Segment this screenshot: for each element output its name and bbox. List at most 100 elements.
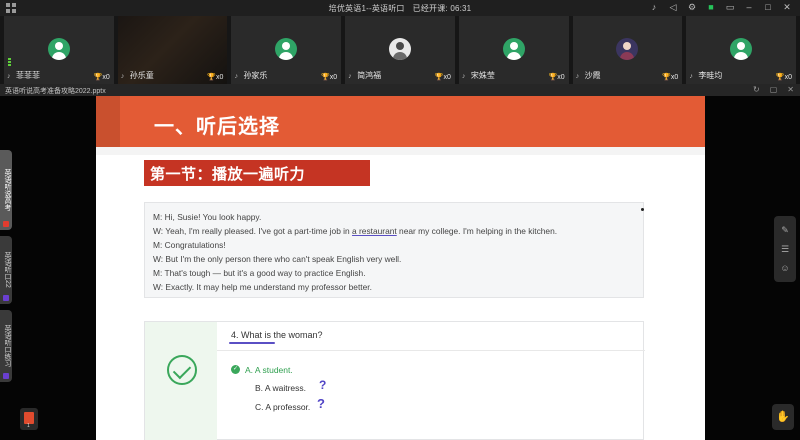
hand-icon: ✋ (776, 411, 790, 423)
trophy-value: x0 (443, 74, 451, 81)
left-tab-label: 英语听口练习 (4, 325, 11, 367)
microphone-icon[interactable]: ♪ (649, 2, 659, 12)
question-card: 4. What is the woman? ✓ A. A student. B.… (144, 321, 645, 440)
participant-tile[interactable]: ♪ 孙家乐 🏆x0 (231, 16, 342, 84)
document-list-button[interactable]: 1 (20, 408, 38, 430)
slide: 一、听后选择 第一节：播放一遍听力 M: Hi, Susie! You look… (96, 96, 705, 440)
photo-avatar-icon (389, 38, 412, 60)
trophy-value: x0 (102, 74, 110, 81)
close-icon[interactable]: ✕ (782, 2, 792, 12)
banner-accent (96, 96, 120, 147)
left-tab-1[interactable]: 英语听说高考 (0, 150, 12, 230)
dialog-line: M: That's tough — but it's a good way to… (153, 268, 366, 278)
participant-name: 菲菲菲 (16, 71, 40, 80)
top-controls: ♪ ◁ ⚙ ■ ▭ – □ ✕ (649, 2, 792, 12)
microphone-icon: ♪ (575, 73, 580, 80)
ink-question-mark: ? (317, 396, 325, 411)
participant-tile[interactable]: ♪ 李畦均 🏆x0 (686, 16, 797, 84)
maximize-icon[interactable]: □ (763, 2, 773, 12)
trophy-value: x0 (784, 74, 793, 81)
raise-hand-button[interactable]: ✋ (772, 404, 794, 430)
trophy-value: x0 (670, 74, 679, 81)
users-icon[interactable]: ☺ (779, 262, 791, 274)
trophy-count: 🏆x0 (207, 73, 223, 81)
dialog-line: W: Yeah, I'm really pleased. I've got a … (153, 224, 643, 238)
participant-name: 沙霞 (584, 71, 601, 80)
speaker-icon[interactable]: ◁ (668, 2, 678, 12)
microphone-icon: ♪ (461, 73, 466, 80)
settings-icon[interactable]: ⚙ (687, 2, 697, 12)
pointer-dot (641, 208, 644, 211)
dialog-line: M: Hi, Susie! You look happy. (153, 212, 262, 222)
left-tab-3[interactable]: 英语听口练习 (0, 310, 12, 382)
fullscreen-icon[interactable]: ▢ (770, 85, 778, 94)
close-document-icon[interactable]: ✕ (787, 85, 794, 94)
default-avatar-icon (502, 38, 525, 60)
dialog-text: W: Yeah, I'm really pleased. I've got a … (153, 226, 353, 236)
participant-tile[interactable]: ♪ 菲菲菲 🏆x0 (4, 16, 114, 84)
section-title: 第一节：播放一遍听力 (144, 160, 370, 186)
trophy-count: 🏆x0 (776, 73, 792, 81)
participant-tile[interactable]: ♪ 宋姝莹 🏆x0 (458, 16, 569, 84)
divider (217, 350, 645, 351)
ink-underline: a restaurant (352, 226, 397, 236)
default-avatar-icon (730, 38, 753, 60)
elapsed-label: 已经开课: (412, 4, 448, 13)
answer-status-area (145, 322, 217, 440)
class-title: 培优英语1--英语听口 (328, 4, 405, 13)
elapsed-time: 06:31 (450, 4, 472, 13)
chat-icon[interactable]: ▭ (725, 2, 735, 12)
participant-tile[interactable]: ♪ 简鸿福 🏆x0 (345, 16, 455, 84)
slide-banner: 一、听后选择 (96, 96, 705, 147)
trophy-value: x0 (216, 74, 224, 81)
microphone-icon: ♪ (348, 73, 352, 80)
option-b[interactable]: B. A waitress. (255, 383, 306, 393)
question-text: 4. What is the woman? (231, 330, 323, 340)
default-avatar-icon (275, 38, 298, 60)
dialog-transcript: M: Hi, Susie! You look happy. W: Yeah, I… (144, 202, 644, 298)
trophy-icon: 🏆 (321, 74, 330, 81)
trophy-icon: 🏆 (662, 74, 671, 81)
trophy-count: 🏆x0 (435, 73, 451, 81)
right-tool-panel: ✎ ☰ ☺ (774, 216, 796, 282)
participant-name: 简鸿福 (357, 71, 382, 80)
volume-meter (8, 58, 11, 72)
comment-icon[interactable]: ☰ (779, 243, 791, 255)
option-c[interactable]: C. A professor. (255, 402, 310, 412)
participant-tile[interactable]: ♪ 孙乐童 🏆x0 (117, 16, 228, 84)
microphone-icon: ♪ (120, 73, 125, 80)
left-tab-label: 英语听口22 (4, 252, 11, 288)
participant-name: 孙乐童 (129, 71, 154, 80)
slide-heading: 一、听后选择 (154, 114, 280, 138)
minimize-icon[interactable]: – (744, 2, 754, 12)
trophy-count: 🏆x0 (548, 73, 564, 81)
dialog-line: W: But I'm the only person there who can… (153, 254, 402, 264)
camera-icon[interactable]: ■ (706, 2, 716, 12)
edit-icon[interactable]: ✎ (779, 224, 791, 236)
participant-name: 孙家乐 (243, 71, 268, 80)
dialog-line: M: Congratulations! (153, 240, 226, 250)
default-avatar-icon (47, 38, 70, 60)
left-tab-label: 英语听说高考 (4, 169, 11, 211)
trophy-value: x0 (557, 74, 565, 81)
document-filename: 英语听说高考准备攻略2022.pptx (5, 88, 106, 95)
file-icon (3, 373, 9, 379)
file-icon (3, 295, 9, 301)
refresh-icon[interactable]: ↻ (753, 85, 760, 94)
trophy-value: x0 (329, 74, 338, 81)
ink-question-mark: ? (319, 378, 327, 392)
microphone-icon: ♪ (7, 73, 11, 80)
participant-name: 宋姝莹 (470, 71, 495, 80)
dialog-text: near my college. I'm helping in the kitc… (396, 226, 558, 236)
option-a[interactable]: A. A student. (245, 365, 293, 375)
document-count: 1 (27, 423, 30, 429)
participant-name: 李畦均 (698, 71, 723, 80)
trophy-count: 🏆x0 (321, 73, 337, 81)
trophy-icon: 🏆 (548, 74, 558, 81)
trophy-count: 🏆x0 (662, 73, 678, 81)
section-divider (96, 147, 705, 155)
microphone-icon: ♪ (689, 73, 693, 80)
left-tab-2[interactable]: 英语听口22 (0, 236, 12, 304)
participant-tile[interactable]: ♪ 沙霞 🏆x0 (572, 16, 683, 84)
trophy-icon: 🏆 (775, 74, 785, 81)
